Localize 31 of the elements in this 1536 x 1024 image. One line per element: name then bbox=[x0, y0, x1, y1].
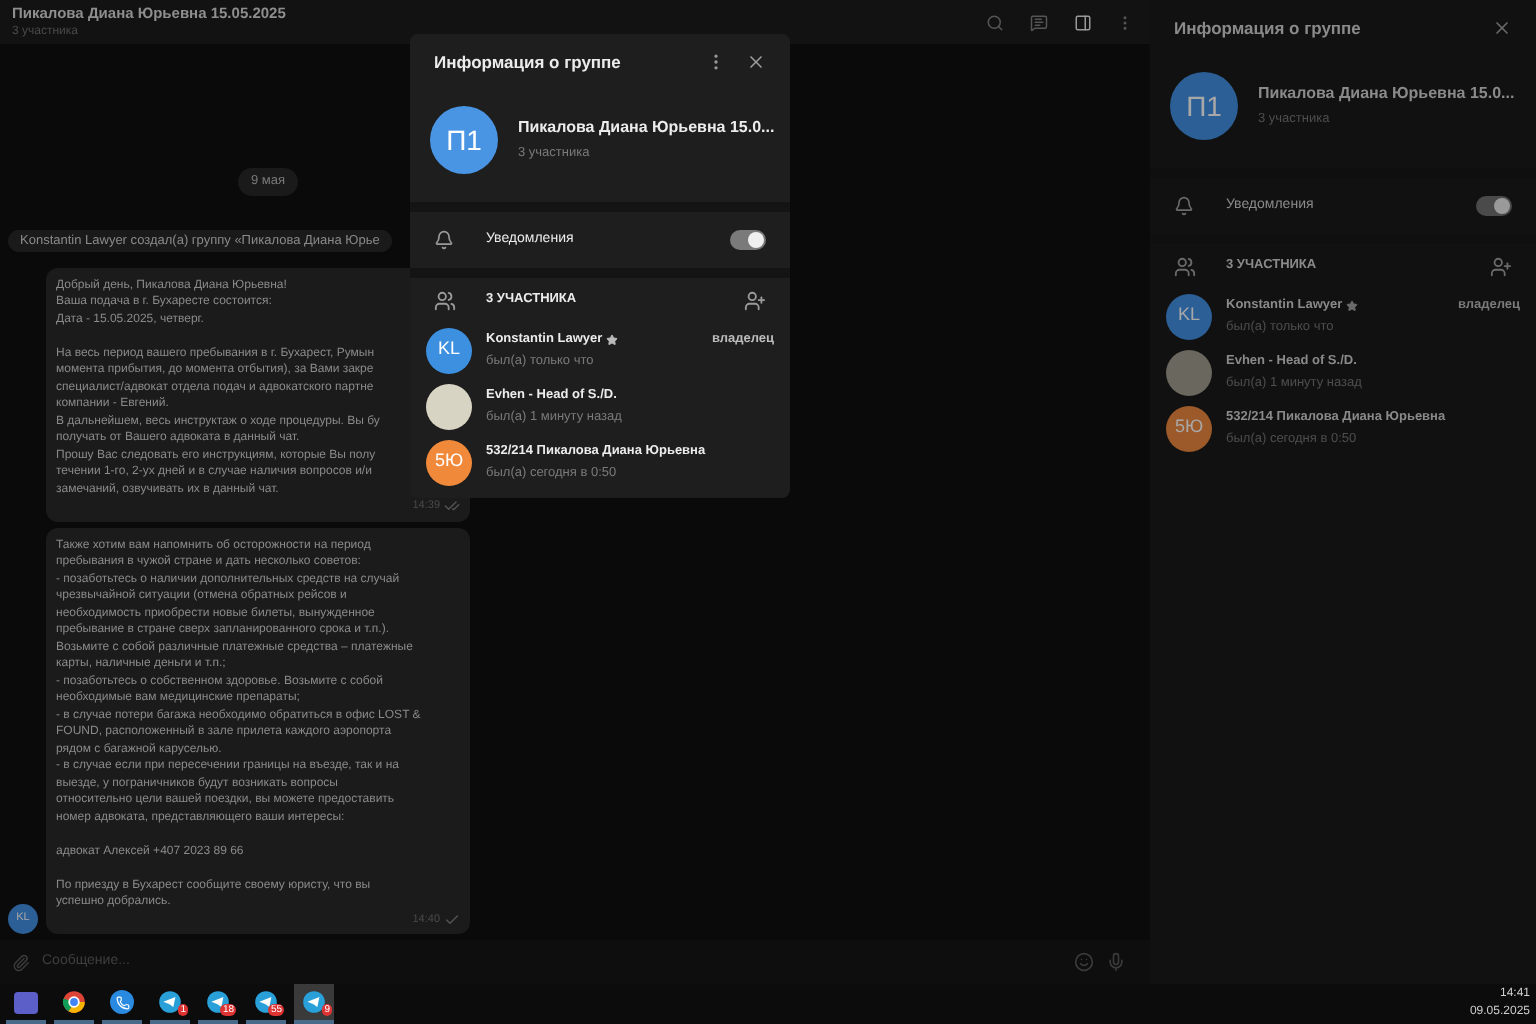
notifications-toggle[interactable] bbox=[1476, 196, 1512, 216]
photo-placeholder bbox=[426, 383, 472, 429]
group-avatar: П1 bbox=[430, 106, 498, 174]
paper-plane-icon bbox=[254, 990, 278, 1014]
paper-plane-icon bbox=[302, 990, 326, 1014]
group-avatar: П1 bbox=[1170, 72, 1238, 140]
add-member-icon[interactable] bbox=[744, 289, 766, 311]
member-avatar: 5Ю bbox=[1166, 405, 1212, 451]
panel-title: Информация о группе bbox=[434, 49, 621, 75]
close-icon[interactable] bbox=[1492, 18, 1512, 38]
add-member-icon[interactable] bbox=[1490, 255, 1512, 277]
photo-placeholder bbox=[1166, 349, 1212, 395]
panel-title: Информация о группе bbox=[1174, 15, 1361, 41]
comment-icon[interactable] bbox=[1030, 13, 1048, 31]
bell-icon bbox=[1174, 196, 1194, 216]
search-icon[interactable] bbox=[986, 13, 1004, 31]
member-avatar: KL bbox=[426, 327, 472, 373]
member-avatar: KL bbox=[1166, 293, 1212, 339]
close-icon[interactable] bbox=[746, 52, 766, 72]
phone-icon bbox=[110, 990, 134, 1014]
group-name: Пикалова Диана Юрьевна 15.0... bbox=[518, 116, 770, 141]
paper-plane-icon bbox=[206, 990, 230, 1014]
member-avatar: 5Ю bbox=[426, 439, 472, 485]
members-icon bbox=[1174, 255, 1196, 277]
group-name: Пикалова Диана Юрьевна 15.0... bbox=[1258, 82, 1515, 107]
paper-plane-icon bbox=[158, 990, 182, 1014]
sidebar-icon[interactable] bbox=[1074, 13, 1092, 31]
members-icon bbox=[434, 289, 456, 311]
bell-icon bbox=[434, 230, 454, 250]
notifications-toggle[interactable] bbox=[730, 230, 766, 250]
browser-icon bbox=[62, 990, 86, 1014]
